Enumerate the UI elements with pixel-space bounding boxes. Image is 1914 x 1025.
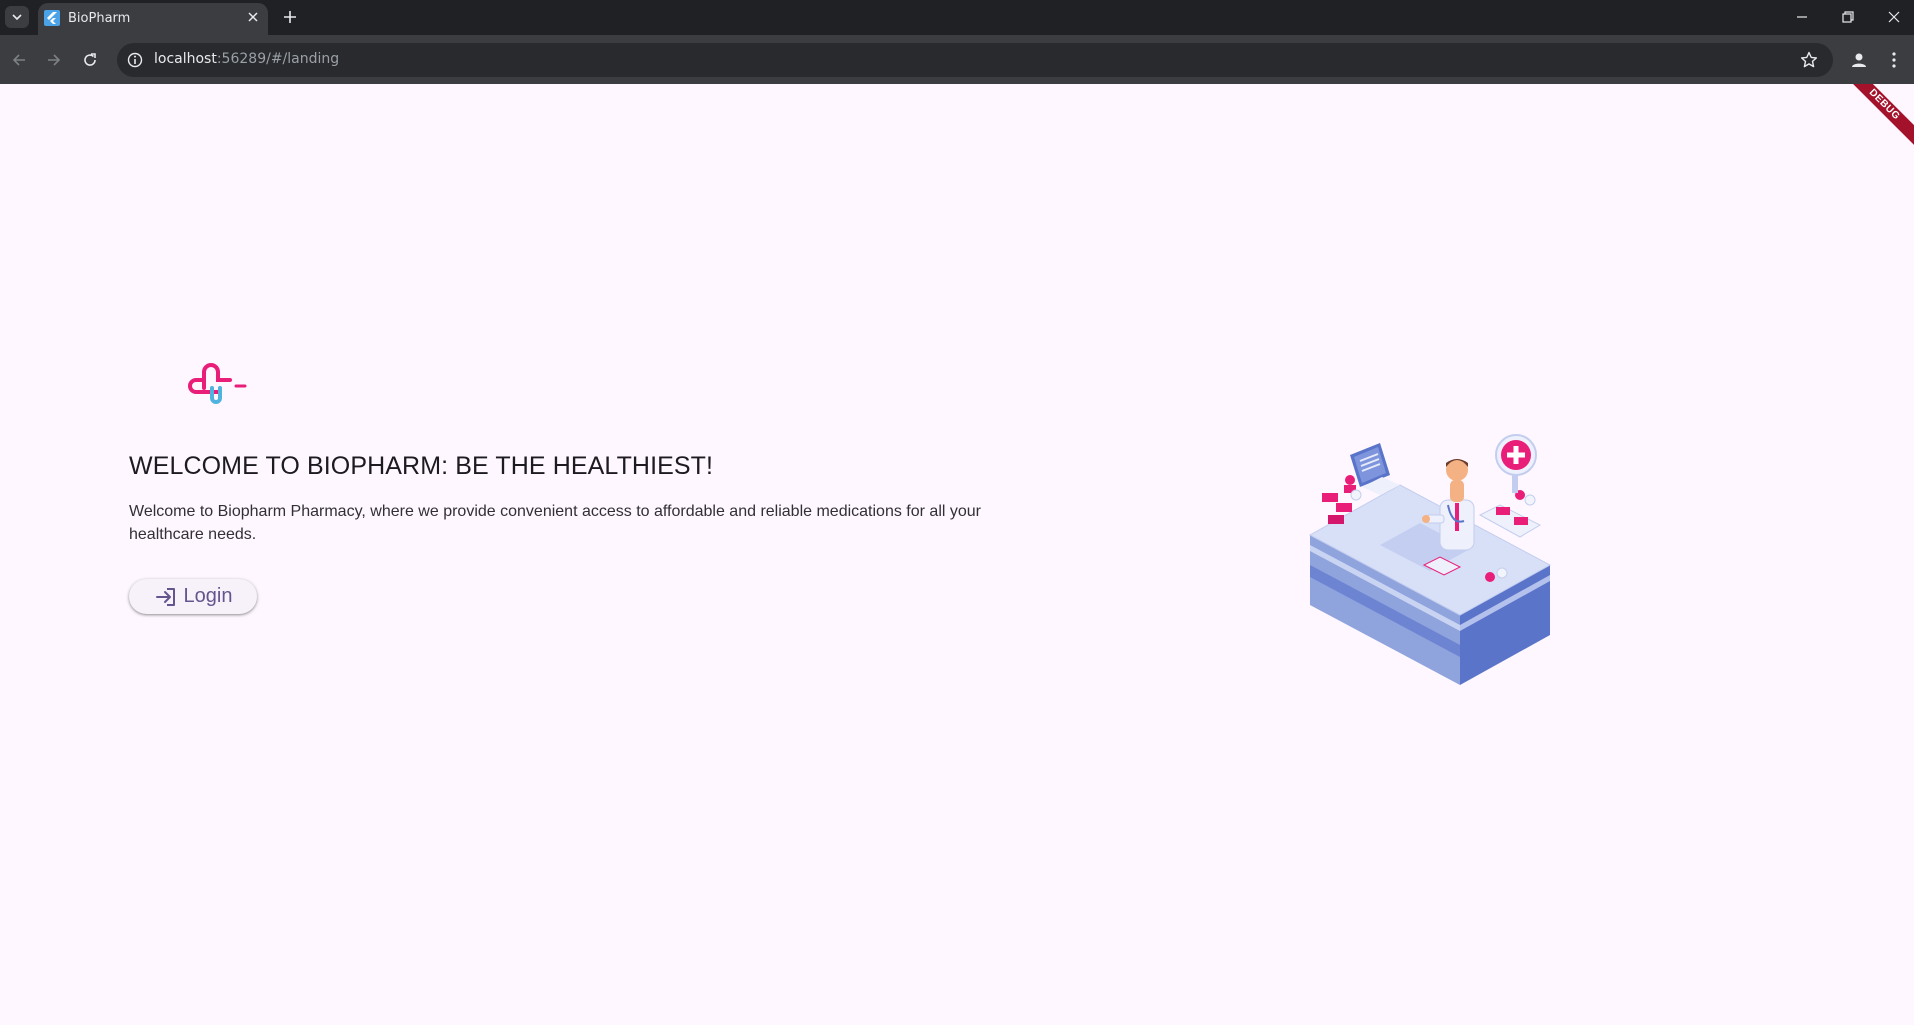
login-button-label: Login xyxy=(183,585,233,607)
profile-icon[interactable] xyxy=(1849,50,1869,70)
close-window-icon[interactable] xyxy=(1885,8,1903,26)
pharmacist-counter-illustration xyxy=(1308,434,1552,685)
tab-title: BioPharm xyxy=(68,11,131,26)
url-path: :56289/#/landing xyxy=(216,51,340,67)
tab-search-button[interactable] xyxy=(5,6,29,28)
page-title: WELCOME TO BIOPHARM: BE THE HEALTHIEST! xyxy=(129,452,714,480)
menu-kebab-icon[interactable] xyxy=(1886,50,1902,70)
landing-page: DEBUG xyxy=(0,84,1914,1025)
biopharm-logo-icon xyxy=(188,363,247,404)
url-text[interactable]: localhost:56289/#/landing xyxy=(154,51,339,67)
login-button[interactable]: Login xyxy=(129,579,257,614)
flutter-favicon-icon xyxy=(44,10,60,26)
minimize-icon[interactable] xyxy=(1793,8,1811,26)
forward-arrow-icon[interactable] xyxy=(44,50,64,70)
back-arrow-icon[interactable] xyxy=(9,50,29,70)
bookmark-star-icon[interactable] xyxy=(1799,50,1819,70)
restore-icon[interactable] xyxy=(1839,8,1857,26)
reload-icon[interactable] xyxy=(80,50,100,70)
close-tab-icon[interactable] xyxy=(245,9,261,25)
debug-banner: DEBUG xyxy=(1836,84,1914,153)
site-info-icon[interactable] xyxy=(126,51,144,69)
address-bar[interactable] xyxy=(117,43,1833,77)
url-host: localhost xyxy=(154,51,217,67)
browser-tab-bar: BioPharm xyxy=(0,0,1914,35)
chevron-down-icon xyxy=(12,14,22,21)
welcome-description: Welcome to Biopharm Pharmacy, where we p… xyxy=(129,503,981,543)
new-tab-icon[interactable] xyxy=(281,8,299,26)
login-arrow-icon xyxy=(155,587,175,606)
